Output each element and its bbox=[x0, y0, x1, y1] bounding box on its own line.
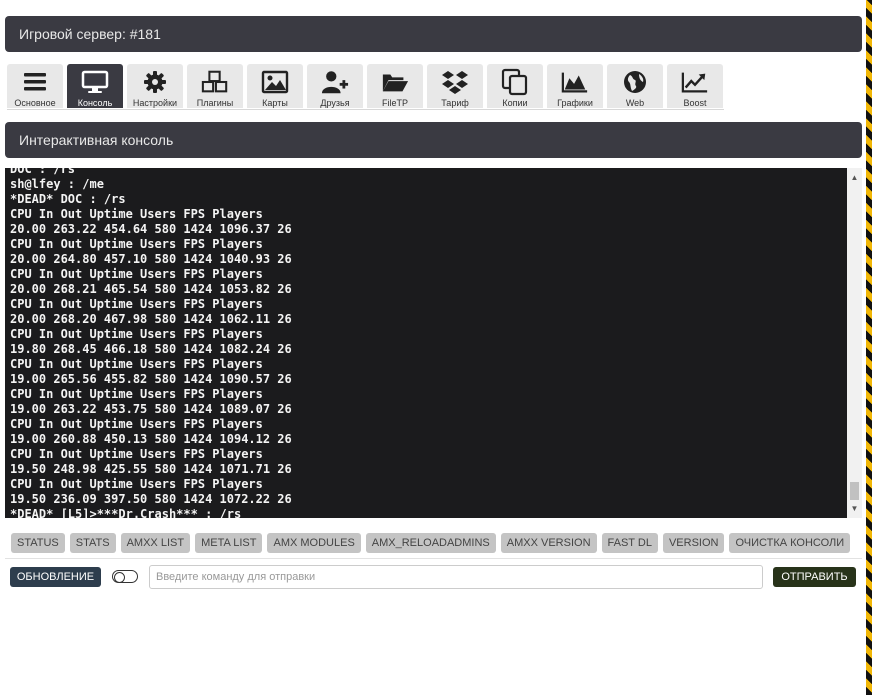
console-line: 19.50 236.09 397.50 580 1424 1072.22 26 bbox=[10, 492, 292, 506]
tab-tariff[interactable]: Тариф bbox=[427, 64, 483, 108]
console-line: CPU In Out Uptime Users FPS Players bbox=[10, 357, 263, 371]
console-line: 20.00 268.21 465.54 580 1424 1053.82 26 bbox=[10, 282, 292, 296]
toggle-knob bbox=[114, 571, 125, 583]
tab-label: Тариф bbox=[441, 98, 469, 108]
autoscroll-toggle[interactable] bbox=[112, 570, 138, 583]
cmd-fast-dl-button[interactable]: FAST DL bbox=[601, 533, 658, 553]
server-title-bar: Игровой сервер: #181 bbox=[5, 16, 862, 52]
tab-filetp[interactable]: FileTP bbox=[367, 64, 423, 108]
tab-label: Основное bbox=[14, 98, 56, 108]
cmd-amx-modules-button[interactable]: AMX MODULES bbox=[267, 533, 361, 553]
copy-icon bbox=[501, 68, 529, 96]
console-line: CPU In Out Uptime Users FPS Players bbox=[10, 387, 263, 401]
cmd-clear-console-button[interactable]: ОЧИСТКА КОНСОЛИ bbox=[729, 533, 851, 553]
cmd-version-button[interactable]: VERSION bbox=[662, 533, 725, 553]
cmd-amxx-version-button[interactable]: AMXX VERSION bbox=[500, 533, 597, 553]
scroll-up-arrow-icon[interactable]: ▲ bbox=[847, 170, 862, 185]
cmd-status-button[interactable]: STATUS bbox=[11, 533, 65, 553]
tab-label: Графики bbox=[557, 98, 593, 108]
cubes-icon bbox=[201, 68, 229, 96]
console-line: DOC : /rs bbox=[10, 168, 76, 176]
cmd-stats-button[interactable]: STATS bbox=[69, 533, 116, 553]
gear-icon bbox=[141, 68, 169, 96]
area-chart-icon bbox=[561, 68, 589, 96]
user-plus-icon bbox=[321, 68, 349, 96]
tab-bar: Основное Консоль Настройки Плагины Карты… bbox=[7, 64, 723, 108]
tab-boost[interactable]: Boost bbox=[667, 64, 723, 108]
tab-backups[interactable]: Копии bbox=[487, 64, 543, 108]
tab-label: Плагины bbox=[196, 98, 234, 108]
console-line: CPU In Out Uptime Users FPS Players bbox=[10, 207, 263, 221]
tab-label: Web bbox=[625, 98, 645, 108]
console-title: Интерактивная консоль bbox=[19, 132, 174, 148]
console-line: CPU In Out Uptime Users FPS Players bbox=[10, 297, 263, 311]
tab-label: Настройки bbox=[132, 98, 178, 108]
console-line: 20.00 264.80 457.10 580 1424 1040.93 26 bbox=[10, 252, 292, 266]
tab-maps[interactable]: Карты bbox=[247, 64, 303, 108]
tab-friends[interactable]: Друзья bbox=[307, 64, 363, 108]
line-chart-icon bbox=[681, 68, 709, 96]
tab-graphs[interactable]: Графики bbox=[547, 64, 603, 108]
console-line: CPU In Out Uptime Users FPS Players bbox=[10, 447, 263, 461]
quick-commands: STATUS STATS AMXX LIST META LIST AMX MOD… bbox=[11, 533, 851, 553]
tab-web[interactable]: Web bbox=[607, 64, 663, 108]
console-line: 20.00 263.22 454.64 580 1424 1096.37 26 bbox=[10, 222, 292, 236]
console-line: CPU In Out Uptime Users FPS Players bbox=[10, 237, 263, 251]
tab-label: Карты bbox=[262, 98, 288, 108]
image-icon bbox=[261, 68, 289, 96]
console-line: 19.50 248.98 425.55 580 1424 1071.71 26 bbox=[10, 462, 292, 476]
console-line: sh@lfey : /me bbox=[10, 177, 104, 191]
hazard-stripe bbox=[866, 0, 872, 695]
console-log: DOC : /rs sh@lfey : /me *DEAD* DOC : /rs CP… bbox=[10, 168, 840, 518]
console-line: CPU In Out Uptime Users FPS Players bbox=[10, 477, 263, 491]
globe-icon bbox=[621, 68, 649, 96]
tab-label: Boost bbox=[683, 98, 707, 108]
console-output[interactable]: DOC : /rs sh@lfey : /me *DEAD* DOC : /rs CP… bbox=[5, 168, 862, 518]
tab-settings[interactable]: Настройки bbox=[127, 64, 183, 108]
cmd-amxx-list-button[interactable]: AMXX LIST bbox=[120, 533, 191, 553]
console-line: *DEAD* [L5]>***Dr.Crash*** : /rs bbox=[10, 507, 242, 518]
send-button[interactable]: ОТПРАВИТЬ bbox=[773, 567, 856, 587]
menu-icon bbox=[21, 68, 49, 96]
tab-label: FileTP bbox=[381, 98, 408, 108]
scroll-down-arrow-icon[interactable]: ▼ bbox=[847, 501, 862, 516]
console-line: 19.80 268.45 466.18 580 1424 1082.24 26 bbox=[10, 342, 292, 356]
tab-label: Консоль bbox=[77, 98, 113, 108]
command-input[interactable] bbox=[149, 565, 763, 589]
cmd-amx-reloadadmins-button[interactable]: AMX_RELOADADMINS bbox=[365, 533, 496, 553]
console-title-bar: Интерактивная консоль bbox=[5, 122, 862, 158]
folder-open-icon bbox=[381, 68, 409, 96]
dropbox-icon bbox=[441, 68, 469, 96]
monitor-icon bbox=[81, 68, 109, 96]
console-line: 19.00 263.22 453.75 580 1424 1089.07 26 bbox=[10, 402, 292, 416]
tab-console[interactable]: Консоль bbox=[67, 64, 123, 108]
tab-label: Копии bbox=[502, 98, 528, 108]
tab-plugins[interactable]: Плагины bbox=[187, 64, 243, 108]
console-line: CPU In Out Uptime Users FPS Players bbox=[10, 267, 263, 281]
tabs-divider bbox=[7, 109, 724, 110]
console-line: CPU In Out Uptime Users FPS Players bbox=[10, 327, 263, 341]
controls-divider bbox=[5, 558, 862, 559]
tab-main[interactable]: Основное bbox=[7, 64, 63, 108]
cmd-meta-list-button[interactable]: META LIST bbox=[195, 533, 263, 553]
console-line: 19.00 265.56 455.82 580 1424 1090.57 26 bbox=[10, 372, 292, 386]
console-line: 20.00 268.20 467.98 580 1424 1062.11 26 bbox=[10, 312, 292, 326]
console-scrollbar[interactable]: ▲ ▼ bbox=[847, 168, 862, 518]
scroll-thumb[interactable] bbox=[850, 482, 859, 500]
tab-label: Друзья bbox=[320, 98, 350, 108]
console-line: 19.00 260.88 450.13 580 1424 1094.12 26 bbox=[10, 432, 292, 446]
console-line: *DEAD* DOC : /rs bbox=[10, 192, 126, 206]
server-title: Игровой сервер: #181 bbox=[19, 26, 161, 42]
update-button[interactable]: ОБНОВЛЕНИЕ bbox=[10, 567, 101, 587]
console-line: CPU In Out Uptime Users FPS Players bbox=[10, 417, 263, 431]
